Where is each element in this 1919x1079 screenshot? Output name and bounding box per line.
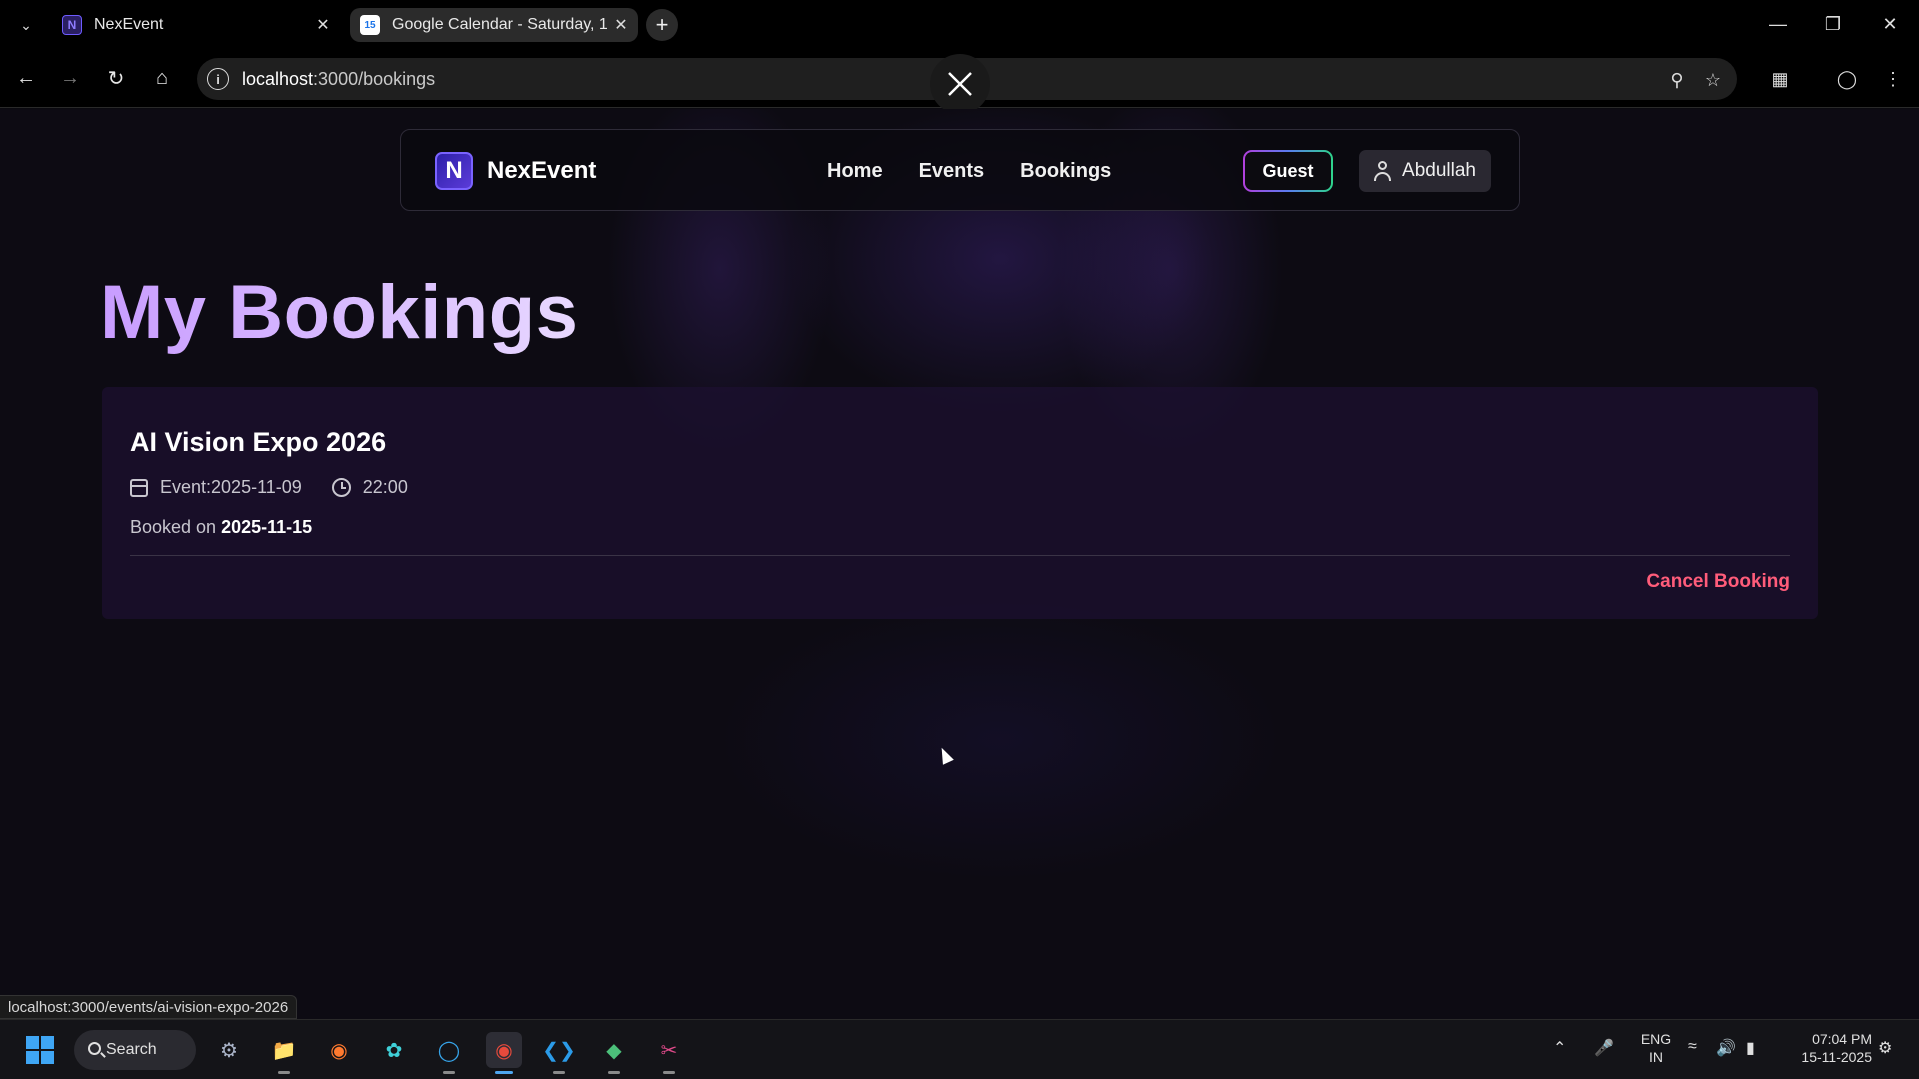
app-swirl-icon[interactable]: ✿ bbox=[376, 1032, 412, 1068]
window-close-icon[interactable]: ✕ bbox=[1870, 8, 1910, 40]
profile-avatar-icon[interactable]: ◯ bbox=[1832, 64, 1862, 94]
link-status-bar: localhost:3000/events/ai-vision-expo-202… bbox=[0, 995, 298, 1019]
tab-close-icon[interactable]: ✕ bbox=[608, 12, 634, 38]
extensions-puzzle-icon[interactable]: ▦ bbox=[1765, 64, 1795, 94]
url-text[interactable]: localhost:3000/bookings bbox=[242, 69, 435, 90]
password-key-icon[interactable]: ⚲ bbox=[1663, 66, 1691, 94]
notification-bell-icon[interactable]: ⚙ bbox=[1878, 1038, 1892, 1058]
lang-region: IN bbox=[1649, 1049, 1663, 1065]
tab-title: NexEvent bbox=[94, 16, 164, 33]
chrome-icon[interactable]: ◉ bbox=[486, 1032, 522, 1074]
nav-link-events[interactable]: Events bbox=[919, 160, 985, 183]
booking-event-title[interactable]: AI Vision Expo 2026 bbox=[130, 427, 386, 458]
vscode-icon[interactable]: ❮❯ bbox=[541, 1032, 577, 1074]
booked-on: Booked on 2025-11-15 bbox=[130, 517, 312, 538]
calendar-icon bbox=[130, 478, 148, 497]
brand[interactable]: N NexEvent bbox=[435, 152, 596, 190]
guest-label: Guest bbox=[1245, 152, 1331, 190]
browser-tabstrip: ⌄ N NexEvent ✕ 15 Google Calendar - Satu… bbox=[0, 0, 1919, 50]
floating-close-button[interactable] bbox=[930, 54, 990, 114]
language-indicator[interactable]: ENG IN bbox=[1636, 1030, 1676, 1066]
bookmark-star-icon[interactable]: ☆ bbox=[1699, 66, 1727, 94]
nexevent-logo-icon: N bbox=[435, 152, 473, 190]
app-navbar: N NexEvent Home Events Bookings Guest Ab… bbox=[400, 129, 1520, 211]
back-arrow-icon[interactable]: ← bbox=[8, 60, 44, 96]
restore-icon[interactable]: ❐ bbox=[1813, 8, 1853, 40]
system-clock[interactable]: 07:04 PM 15-11-2025 bbox=[1782, 1030, 1872, 1066]
settings-gear-icon[interactable]: ⚙ bbox=[211, 1032, 247, 1068]
google-calendar-favicon-icon: 15 bbox=[360, 15, 380, 35]
tray-chevron-up-icon[interactable]: ⌃ bbox=[1553, 1038, 1566, 1058]
clock-icon bbox=[331, 478, 351, 497]
screen: ⌄ N NexEvent ✕ 15 Google Calendar - Satu… bbox=[0, 0, 1919, 1079]
volume-icon[interactable]: 🔊 bbox=[1716, 1038, 1736, 1058]
guest-button[interactable]: Guest bbox=[1243, 150, 1333, 192]
event-date-prefix: Event: bbox=[160, 477, 212, 497]
user-icon bbox=[1374, 161, 1392, 181]
minimize-icon[interactable]: — bbox=[1758, 8, 1798, 40]
tab-nexevent[interactable]: N NexEvent ✕ bbox=[52, 8, 340, 42]
snipping-tool-icon[interactable]: ✂ bbox=[651, 1032, 687, 1074]
search-label: Search bbox=[106, 1041, 157, 1058]
new-tab-plus-icon[interactable]: + bbox=[646, 9, 678, 41]
lang-code: ENG bbox=[1640, 1031, 1672, 1047]
battery-icon[interactable]: ▮ bbox=[1746, 1038, 1755, 1058]
user-menu-button[interactable]: Abdullah bbox=[1359, 150, 1491, 192]
page-viewport: N NexEvent Home Events Bookings Guest Ab… bbox=[0, 109, 1919, 1019]
menu-kebab-icon[interactable]: ⋮ bbox=[1878, 64, 1908, 94]
microphone-icon[interactable]: 🎤 bbox=[1594, 1038, 1614, 1058]
firefox-icon[interactable]: ◉ bbox=[321, 1032, 357, 1068]
search-icon bbox=[88, 1042, 101, 1055]
windows-taskbar: Search ⚙ 📁 ◉ ✿ ◯ ◉ ❮❯ ◆ ✂ ⌃ 🎤 ENG IN ≈ 🔊… bbox=[0, 1019, 1919, 1079]
brand-name: NexEvent bbox=[487, 157, 597, 184]
windows-start-icon[interactable] bbox=[26, 1036, 54, 1064]
tab-close-icon[interactable]: ✕ bbox=[310, 12, 336, 38]
cancel-booking-button[interactable]: Cancel Booking bbox=[1646, 571, 1790, 593]
clock-time: 07:04 PM bbox=[1812, 1031, 1872, 1047]
reload-icon[interactable]: ↻ bbox=[98, 60, 134, 96]
nav-links: Home Events Bookings bbox=[827, 160, 1111, 183]
forward-arrow-icon[interactable]: → bbox=[52, 60, 88, 96]
taskbar-search[interactable]: Search bbox=[74, 1030, 196, 1070]
page-title: My Bookings bbox=[100, 270, 579, 355]
booked-prefix: Booked on bbox=[130, 517, 222, 537]
card-divider bbox=[130, 555, 1790, 556]
file-explorer-icon[interactable]: 📁 bbox=[266, 1032, 302, 1074]
nav-link-bookings[interactable]: Bookings bbox=[1020, 160, 1111, 183]
user-name: Abdullah bbox=[1402, 160, 1476, 181]
event-time: 22:00 bbox=[362, 477, 408, 497]
event-date: 2025-11-09 bbox=[211, 477, 302, 497]
site-info-icon[interactable]: i bbox=[207, 68, 229, 90]
booking-card: AI Vision Expo 2026 Event: 2025-11-09 22… bbox=[102, 387, 1818, 619]
tab-title: Google Calendar - Saturday, 15 bbox=[392, 16, 608, 33]
clock-date: 15-11-2025 bbox=[1801, 1049, 1872, 1065]
tab-google-calendar[interactable]: 15 Google Calendar - Saturday, 15 ✕ bbox=[350, 8, 638, 42]
nexevent-favicon-icon: N bbox=[62, 15, 82, 35]
home-icon[interactable]: ⌂ bbox=[144, 60, 180, 96]
close-x-icon bbox=[948, 72, 972, 96]
wifi-icon[interactable]: ≈ bbox=[1688, 1038, 1697, 1056]
mongodb-compass-icon[interactable]: ◆ bbox=[596, 1032, 632, 1074]
nav-link-home[interactable]: Home bbox=[827, 160, 883, 183]
booking-meta: Event: 2025-11-09 22:00 bbox=[130, 477, 408, 498]
mouse-cursor-icon bbox=[936, 745, 954, 765]
booked-date: 2025-11-15 bbox=[221, 517, 313, 537]
edge-icon[interactable]: ◯ bbox=[431, 1032, 467, 1074]
tab-search-chevron-icon[interactable]: ⌄ bbox=[12, 12, 40, 38]
